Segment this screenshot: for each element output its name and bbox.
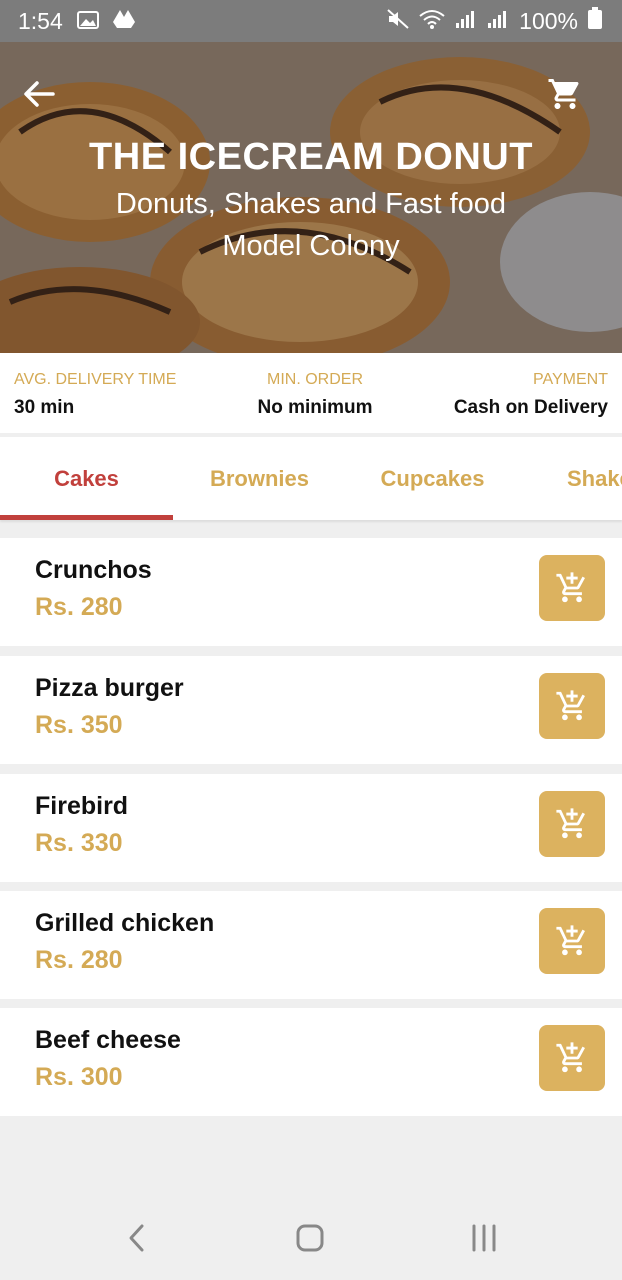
back-arrow-icon — [24, 81, 55, 107]
nav-home-button[interactable] — [285, 1216, 335, 1260]
item-name: Crunchos — [35, 556, 152, 584]
cart-button[interactable] — [543, 72, 587, 116]
item-price: Rs. 330 — [35, 829, 123, 857]
add-to-cart-icon — [556, 1042, 585, 1073]
restaurant-name: THE ICECREAM DONUT — [89, 136, 533, 178]
wifi-icon — [419, 8, 445, 35]
item-name: Firebird — [35, 792, 129, 820]
info-value: No minimum — [257, 397, 373, 418]
system-navigation-bar — [0, 1196, 622, 1280]
status-time: 1:54 — [18, 7, 63, 34]
tab-shakes[interactable]: Shakes — [519, 437, 622, 520]
back-button[interactable] — [17, 72, 61, 116]
add-to-cart-button[interactable] — [539, 1025, 605, 1091]
add-to-cart-button[interactable] — [539, 908, 605, 974]
add-to-cart-icon — [556, 808, 585, 839]
menu-item[interactable]: Beef cheese Rs. 300 — [0, 1008, 622, 1116]
info-value: Cash on Delivery — [453, 397, 608, 418]
gallery-icon — [76, 8, 99, 35]
nav-back-icon — [129, 1224, 144, 1252]
add-to-cart-button[interactable] — [539, 555, 605, 621]
battery-level: 100% — [519, 7, 578, 34]
add-to-cart-icon — [556, 690, 585, 721]
nav-home-icon — [296, 1224, 324, 1252]
info-label: AVG. DELIVERY TIME — [14, 371, 177, 388]
nav-recents-button[interactable] — [459, 1216, 509, 1260]
info-label: MIN. ORDER — [267, 371, 363, 388]
info-value: 30 min — [14, 397, 75, 418]
status-bar: 1:54 100% — [0, 0, 622, 42]
add-to-cart-icon — [556, 925, 585, 956]
tab-brownies[interactable]: Brownies — [173, 437, 346, 520]
menu-item[interactable]: Firebird Rs. 330 — [0, 774, 622, 882]
delivery-time-info: AVG. DELIVERY TIME 30 min — [14, 371, 176, 419]
cart-icon — [548, 79, 579, 109]
drive-icon — [112, 8, 135, 35]
min-order-info: MIN. ORDER No minimum — [255, 371, 375, 419]
active-tab-indicator — [0, 515, 173, 520]
battery-icon — [588, 7, 602, 35]
info-label: PAYMENT — [533, 371, 608, 388]
item-name: Grilled chicken — [35, 909, 215, 937]
restaurant-info-bar: AVG. DELIVERY TIME 30 min MIN. ORDER No … — [0, 353, 622, 433]
menu-item[interactable]: Pizza burger Rs. 350 — [0, 656, 622, 764]
signal-icon — [455, 8, 477, 35]
nav-back-button[interactable] — [112, 1216, 162, 1260]
item-name: Pizza burger — [35, 674, 184, 702]
tab-cakes[interactable]: Cakes — [0, 437, 173, 520]
item-name: Beef cheese — [35, 1026, 181, 1054]
restaurant-location: Model Colony — [222, 230, 400, 262]
payment-info: PAYMENT Cash on Delivery — [454, 371, 608, 419]
mute-icon — [387, 8, 409, 35]
item-price: Rs. 280 — [35, 946, 123, 974]
item-price: Rs. 350 — [35, 711, 123, 739]
add-to-cart-button[interactable] — [539, 791, 605, 857]
restaurant-category: Donuts, Shakes and Fast food — [115, 188, 507, 220]
add-to-cart-icon — [556, 572, 585, 603]
add-to-cart-button[interactable] — [539, 673, 605, 739]
item-price: Rs. 280 — [35, 593, 123, 621]
nav-recents-icon — [472, 1224, 496, 1252]
restaurant-header: THE ICECREAM DONUT Donuts, Shakes and Fa… — [0, 42, 622, 353]
category-tabs: Cakes Brownies Cupcakes Shakes — [0, 437, 622, 520]
menu-item[interactable]: Grilled chicken Rs. 280 — [0, 891, 622, 999]
menu-item[interactable]: Crunchos Rs. 280 — [0, 538, 622, 646]
signal-icon — [487, 8, 509, 35]
tab-cupcakes[interactable]: Cupcakes — [346, 437, 519, 520]
item-price: Rs. 300 — [35, 1063, 123, 1091]
